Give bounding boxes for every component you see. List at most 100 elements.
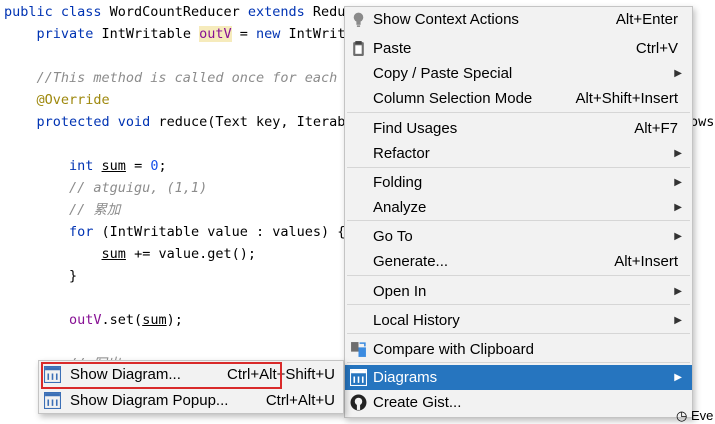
- code-token: extends: [247, 4, 313, 20]
- menu-item-label: Generate...: [373, 253, 449, 270]
- menu-item-label: Find Usages: [373, 120, 458, 137]
- menu-item-label: Go To: [373, 228, 413, 245]
- code-token: public class: [4, 4, 110, 20]
- menu-item-shortcut: Ctrl+V: [635, 40, 678, 57]
- menu-separator: [347, 275, 690, 276]
- menu-item-shortcut: Alt+Enter: [615, 11, 678, 28]
- submenu-arrow-icon: ▶: [674, 372, 682, 383]
- menu-item-label: Show Context Actions: [373, 11, 519, 28]
- menu-separator: [347, 362, 690, 363]
- code-token: private: [4, 26, 102, 42]
- code-line: // atguigu, (1,1): [4, 178, 207, 198]
- menu-item-paste[interactable]: Paste Ctrl+V: [345, 36, 692, 61]
- submenu-arrow-icon: ▶: [674, 68, 682, 79]
- menu-item-label: Local History: [373, 312, 460, 329]
- menu-item-find-usages[interactable]: Find Usages Alt+F7: [345, 116, 692, 141]
- github-icon: [350, 394, 367, 411]
- menu-item-label: Diagrams: [373, 369, 438, 386]
- code-line: protected void reduce(Text key, Iterabl: [4, 112, 354, 132]
- menu-item-diagrams[interactable]: Diagrams ▶: [345, 365, 692, 390]
- code-fragment-right: ows: [690, 114, 715, 130]
- code-token: for: [4, 224, 102, 240]
- code-line: for (IntWritable value : values) {: [4, 222, 345, 242]
- menu-separator: [347, 304, 690, 305]
- code-token: //This method is called once for each k: [4, 70, 354, 86]
- submenu-arrow-icon: ▶: [674, 177, 682, 188]
- code-token: int: [4, 158, 102, 174]
- menu-item-refactor[interactable]: Refactor ▶: [345, 141, 692, 166]
- code-token: }: [4, 268, 78, 284]
- code-token: // atguigu, (1,1): [4, 180, 208, 196]
- bulb-icon: [350, 11, 367, 28]
- submenu-item-show-diagram-popup[interactable]: Show Diagram Popup... Ctrl+Alt+U: [39, 388, 343, 413]
- menu-item-label: Create Gist...: [373, 394, 462, 411]
- menu-item-shortcut: Alt+Insert: [614, 253, 678, 270]
- submenu-arrow-icon: ▶: [674, 231, 682, 242]
- code-line: }: [4, 266, 77, 286]
- code-token: (IntWritable value : values) {: [101, 224, 346, 240]
- code-line: // 累加: [4, 200, 120, 220]
- diagram-icon: [350, 369, 367, 386]
- submenu-arrow-icon: ▶: [674, 315, 682, 326]
- menu-item-label: Compare with Clipboard: [373, 341, 534, 358]
- status-fragment: ◷ Eve: [676, 408, 713, 424]
- code-token: protected void: [4, 114, 159, 130]
- code-token: += value.get();: [125, 246, 256, 262]
- code-token: WordCountReducer: [109, 4, 248, 20]
- compare-icon: [350, 341, 367, 358]
- code-line: public class WordCountReducer extends Re…: [4, 2, 354, 22]
- code-token: =: [231, 26, 256, 42]
- context-menu: Show Context Actions Alt+Enter Paste Ctrl+V…: [344, 6, 693, 418]
- code-line: //This method is called once for each k: [4, 68, 354, 88]
- code-token: IntWritable: [101, 26, 200, 42]
- menu-item-go-to[interactable]: Go To ▶: [345, 224, 692, 249]
- menu-separator: [347, 220, 690, 221]
- menu-item-open-in[interactable]: Open In ▶: [345, 279, 692, 304]
- code-token: sum: [101, 246, 126, 262]
- menu-item-create-gist[interactable]: Create Gist...: [345, 390, 692, 415]
- submenu-arrow-icon: ▶: [674, 286, 682, 297]
- code-line: sum += value.get();: [4, 244, 256, 264]
- menu-item-shortcut: Alt+F7: [634, 120, 678, 137]
- submenu-arrow-icon: ▶: [674, 148, 682, 159]
- code-token: outV: [199, 26, 232, 42]
- code-line: int sum = 0;: [4, 156, 167, 176]
- submenu-arrow-icon: ▶: [674, 202, 682, 213]
- menu-item-folding[interactable]: Folding ▶: [345, 170, 692, 195]
- menu-item-copy-paste-special[interactable]: Copy / Paste Special ▶: [345, 61, 692, 86]
- code-token: outV: [69, 312, 102, 328]
- code-token: =: [125, 158, 151, 174]
- code-token: );: [166, 312, 183, 328]
- menu-item-shortcut: Alt+Shift+Insert: [575, 90, 678, 107]
- menu-item-analyze[interactable]: Analyze ▶: [345, 195, 692, 220]
- menu-item-label: Open In: [373, 283, 427, 300]
- code-line: @Override: [4, 90, 110, 110]
- code-token: // 累加: [4, 202, 121, 218]
- code-token: new: [256, 26, 289, 42]
- menu-item-label: Refactor: [373, 145, 430, 162]
- diagram-icon: [44, 392, 61, 409]
- code-line: outV.set(sum);: [4, 310, 183, 330]
- menu-item-label: Folding: [373, 174, 423, 191]
- code-token: reduce(Text key, Iterabl: [158, 114, 354, 130]
- submenu-item-label: Show Diagram Popup...: [70, 392, 229, 409]
- menu-item-local-history[interactable]: Local History ▶: [345, 308, 692, 333]
- submenu-item-shortcut: Ctrl+Alt+U: [265, 392, 335, 409]
- menu-separator: [347, 167, 690, 168]
- menu-item-generate[interactable]: Generate... Alt+Insert: [345, 249, 692, 274]
- menu-item-compare-with-clipboard[interactable]: Compare with Clipboard: [345, 337, 692, 362]
- menu-item-label: Analyze: [373, 199, 427, 216]
- code-token: sum: [142, 312, 167, 328]
- code-token: sum: [101, 158, 126, 174]
- menu-separator: [347, 333, 690, 334]
- code-token: .set(: [101, 312, 143, 328]
- menu-item-label: Paste: [373, 40, 412, 57]
- menu-item-column-selection-mode[interactable]: Column Selection Mode Alt+Shift+Insert: [345, 86, 692, 111]
- code-token: ;: [158, 158, 167, 174]
- menu-item-show-context-actions[interactable]: Show Context Actions Alt+Enter: [345, 7, 692, 32]
- menu-item-label: Column Selection Mode: [373, 90, 533, 107]
- code-token: @Override: [4, 92, 110, 108]
- menu-item-label: Copy / Paste Special: [373, 65, 513, 82]
